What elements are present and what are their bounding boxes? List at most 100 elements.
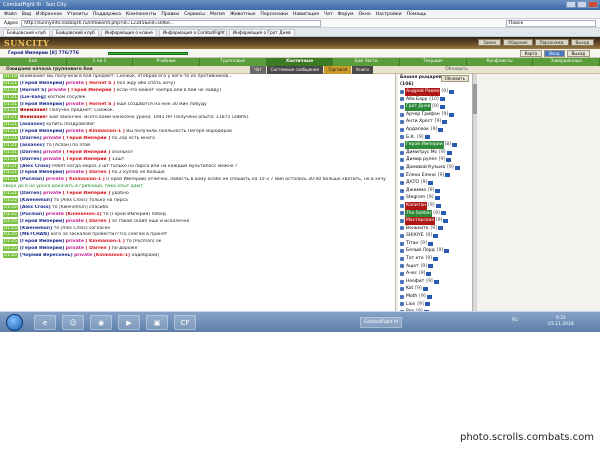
update-link[interactable]: Обновить [445, 66, 468, 74]
message-target[interactable]: [ Герой Империи ] [63, 157, 112, 162]
browser-tab[interactable]: Информация о клане [100, 29, 157, 36]
taskbar-app-icon[interactable]: CF [174, 315, 196, 330]
room-tab[interactable]: Текущие [400, 58, 467, 66]
menu-item[interactable]: Окно [358, 10, 370, 18]
user-list-item[interactable]: Капитан [9] [398, 201, 472, 210]
user-list-item[interactable]: Мастерская [9] [398, 217, 472, 225]
room-tab[interactable]: 1 на 1 [67, 58, 134, 66]
message-author[interactable]: [assanov] [20, 122, 46, 127]
user-name[interactable]: Stegrom [405, 194, 426, 202]
room-tab[interactable]: Групповые [200, 58, 267, 66]
message-target[interactable]: [ Hornet S ] [85, 102, 116, 107]
room-tab[interactable]: Завершенные [533, 58, 600, 66]
user-name[interactable]: Грот Днев [405, 103, 432, 111]
user-list-item[interactable]: Неофит [9] [398, 278, 472, 286]
user-list-item[interactable]: SHIXIYE [9] [398, 232, 472, 240]
message-author[interactable]: [Darren] [20, 191, 43, 196]
message-target[interactable]: [ Герой Империи ] [63, 150, 112, 155]
refresh-button[interactable]: Обновить [440, 75, 469, 82]
taskbar-app-icon[interactable]: ☺ [62, 315, 84, 330]
user-name[interactable]: The Soldier [405, 209, 433, 218]
user-list-item[interactable]: Lion [9] [398, 301, 472, 309]
game-nav-item[interactable]: Общение [503, 39, 533, 46]
message-author[interactable]: [Герой Империи] [20, 239, 66, 244]
user-name[interactable]: Аба Бару [405, 96, 428, 104]
browser-tab[interactable]: Информация о Грот Днев [228, 29, 295, 36]
user-list-item[interactable]: Герой Империи [8] [398, 141, 472, 149]
url-field[interactable]: http://sunnyinfo.nasbajsh.ru/infoworld.p… [21, 19, 322, 27]
user-name[interactable]: Неофит [405, 278, 425, 286]
message-target[interactable]: [Kinmanion-1] [65, 212, 103, 217]
user-name[interactable]: Ёлена Елено [405, 172, 437, 180]
room-tab[interactable]: Бой [0, 58, 67, 66]
message-author[interactable]: [METCHAN] [20, 232, 51, 237]
message-author[interactable]: [Pucman] [20, 212, 46, 217]
message-author[interactable]: [Герой Империи] [20, 219, 66, 224]
message-target[interactable]: [ Darren ] [85, 246, 111, 251]
game-nav-item[interactable]: Выход [570, 39, 594, 46]
user-name[interactable]: Герой Империи [405, 141, 444, 149]
user-list-item[interactable]: Ачес [9] [398, 270, 472, 278]
menu-item[interactable]: Форум [338, 10, 354, 18]
message-author[interactable]: [Герой Империи] [20, 102, 66, 107]
message-author[interactable]: [Alex Cross] [20, 164, 52, 169]
user-list-item[interactable]: The Soldier [9] [398, 209, 472, 218]
message-target[interactable]: [ Kinmanion-1 ] [65, 177, 106, 182]
message-author[interactable]: [Darren] [20, 157, 43, 162]
message-author[interactable]: [Pucman] [20, 177, 46, 182]
user-name[interactable]: Андрей Ракмо [405, 88, 441, 96]
message-target[interactable]: [ Darren ] [85, 219, 111, 224]
user-list-item[interactable]: Джимма [9] [398, 187, 472, 195]
menu-item[interactable]: Сервисы [184, 10, 205, 18]
taskbar-active-window[interactable]: CombatFight III [360, 317, 403, 328]
chat-tab[interactable]: Чат [250, 66, 266, 74]
hero-action-button[interactable]: Вход [544, 50, 565, 57]
user-name[interactable]: Белый Лорд [405, 247, 436, 255]
taskbar-app-icon[interactable]: e [34, 315, 56, 330]
user-list-item[interactable]: Домовой Кузьма [9] [398, 164, 472, 172]
menu-item[interactable]: Персонажи [260, 10, 287, 18]
chat-tab[interactable]: Торговля [323, 66, 352, 74]
browser-tab[interactable]: Бойцовский клуб [3, 29, 50, 36]
user-list-item[interactable]: ДАТО [9] [398, 179, 472, 187]
maximize-button[interactable] [577, 1, 587, 8]
user-name[interactable]: Мастерская [405, 217, 436, 225]
game-nav-item[interactable]: Замок [478, 39, 502, 46]
message-target[interactable]: [ Hornet S ] [85, 81, 116, 86]
menu-item[interactable]: Магия [210, 10, 225, 18]
user-list-item[interactable]: Stegrom [9] [398, 194, 472, 202]
message-author[interactable]: [Герой Империи] [20, 81, 66, 86]
user-name[interactable]: Вонькито [405, 225, 429, 233]
message-author[interactable]: [Darren] [20, 150, 43, 155]
user-name[interactable]: Арчер Грифон [405, 111, 441, 119]
user-name[interactable]: Димитрус Мс [405, 149, 438, 157]
menu-item[interactable]: Навигация [293, 10, 319, 18]
message-target[interactable]: [ Kinmanion-1 ] [85, 129, 126, 134]
user-name[interactable]: Ачес [405, 270, 418, 278]
user-list-item[interactable]: Белый Лорд [9] [398, 247, 472, 255]
browser-tab[interactable]: Бойцовский клуб [51, 29, 99, 36]
user-name[interactable]: Джимма [405, 187, 427, 195]
message-author[interactable]: [Герой Империи] [20, 246, 66, 251]
hero-action-button[interactable]: Выход [566, 50, 590, 57]
game-nav-item[interactable]: Персонажи [534, 39, 569, 46]
user-name[interactable]: Димир рулеэ [405, 156, 438, 164]
message-author[interactable]: [Alex Cross] [20, 205, 52, 210]
hero-name[interactable]: Герой Империи [8] 776/776 [8, 49, 79, 58]
message-author[interactable]: [Darren] [20, 136, 43, 141]
menu-item[interactable]: Животные [230, 10, 256, 18]
search-field[interactable]: Поиск [506, 19, 596, 27]
user-list-item[interactable]: Арчер Грифон [9] [398, 111, 472, 119]
minimize-button[interactable] [566, 1, 576, 8]
user-name[interactable]: Капитан [405, 201, 428, 210]
menu-item[interactable]: Файл [4, 10, 17, 18]
user-list-item[interactable]: Димир рулеэ [9] [398, 156, 472, 164]
user-name[interactable]: Домовой Кузьма [405, 164, 446, 172]
user-list-item[interactable]: Грот Днев [9] [398, 103, 472, 111]
room-tab[interactable]: Бой Чести [333, 58, 401, 66]
hero-action-button[interactable]: Карта [519, 50, 543, 57]
message-author[interactable]: [Lie-kang] [20, 95, 47, 100]
message-author[interactable]: [Kwenemun] [20, 226, 54, 231]
taskbar-app-icon[interactable]: ◉ [90, 315, 112, 330]
menu-item[interactable]: Утилиты [67, 10, 88, 18]
